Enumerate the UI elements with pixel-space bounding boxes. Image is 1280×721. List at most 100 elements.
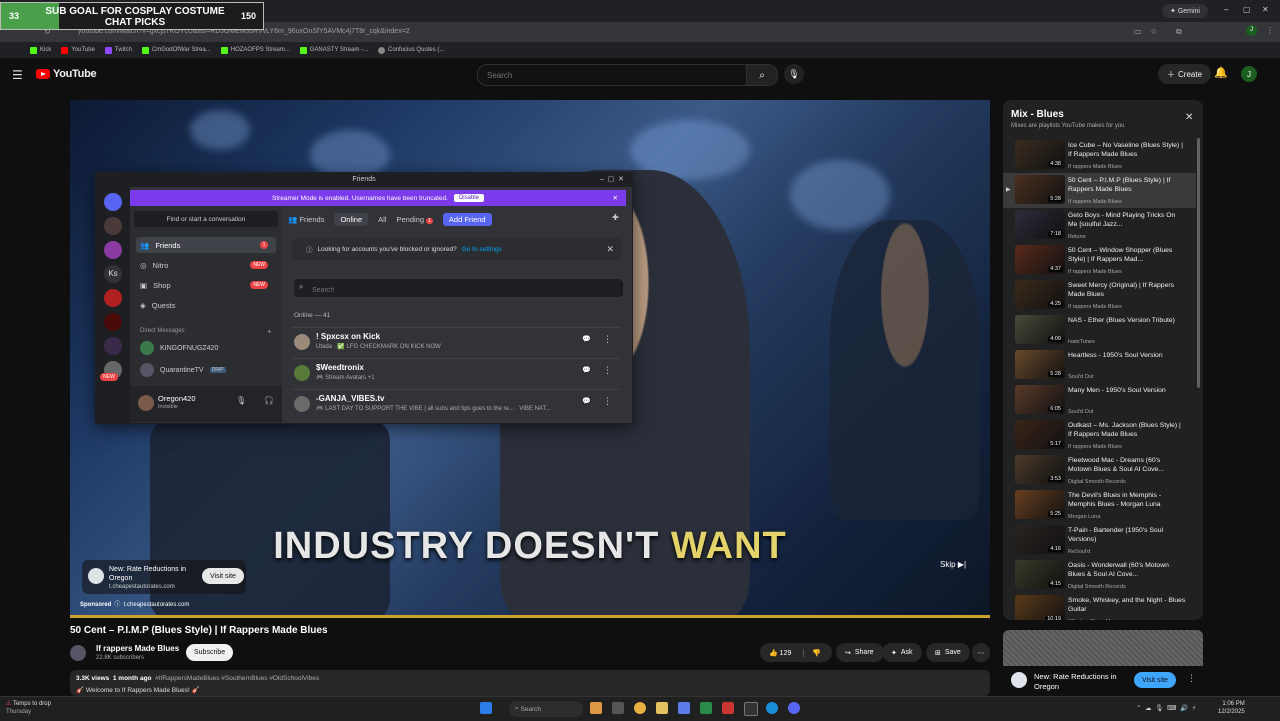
server-icon[interactable] bbox=[104, 289, 122, 307]
headphones-icon[interactable]: 🎧 bbox=[264, 396, 274, 405]
playlist-item[interactable]: 3:53 Fleetwood Mac - Dreams (60's Motown … bbox=[1003, 453, 1196, 488]
discord-maximize-icon[interactable]: ▢ bbox=[608, 176, 615, 183]
taskbar-app-icon[interactable] bbox=[678, 702, 690, 714]
nav-shop[interactable]: ▣ Shop NEW bbox=[136, 277, 276, 293]
find-conversation-button[interactable]: Find or start a conversation bbox=[134, 211, 278, 227]
gemini-button[interactable]: ✦ Gemini bbox=[1162, 4, 1208, 18]
browser-menu-icon[interactable]: ⋮ bbox=[1266, 26, 1274, 35]
go-to-settings-link[interactable]: Go to settings bbox=[462, 246, 502, 253]
playlist-item[interactable]: 4:38 Ice Cube – No Vaseline (Blues Style)… bbox=[1003, 138, 1196, 173]
more-options-icon[interactable]: ⋮ bbox=[603, 365, 612, 376]
playlist-item[interactable]: 10:19 Smoke, Whiskey, and the Night - Blu… bbox=[1003, 593, 1196, 620]
banner-close-icon[interactable]: ✕ bbox=[613, 194, 618, 202]
edge-icon[interactable] bbox=[766, 702, 778, 714]
obs-icon[interactable] bbox=[744, 702, 758, 716]
windows-start-icon[interactable] bbox=[480, 702, 492, 714]
channel-avatar[interactable] bbox=[70, 645, 86, 661]
side-ad-thumbnail[interactable] bbox=[1003, 630, 1203, 666]
system-tray[interactable]: ⌃ ☁ 🎙 ⌨ 🔊 ⚡ bbox=[1136, 704, 1196, 712]
nav-quests[interactable]: ◈ Quests bbox=[136, 297, 276, 313]
nav-friends[interactable]: 👥 Friends 1 bbox=[136, 237, 276, 253]
tab-all[interactable]: All bbox=[378, 215, 386, 224]
ask-button[interactable]: ✦ Ask bbox=[882, 643, 922, 662]
side-ad-more-icon[interactable]: ⋮ bbox=[1187, 673, 1196, 684]
discord-close-icon[interactable]: ✕ bbox=[618, 176, 624, 183]
friend-row[interactable]: ! Spxcsx on Kick Utada · ✅ LFG CHECKMARK… bbox=[292, 327, 620, 353]
dm-item[interactable]: KINGOFNUGZ420 bbox=[136, 339, 276, 357]
friends-scrollbar[interactable] bbox=[620, 282, 623, 296]
friend-row[interactable]: $Weedtronix 🎮 Stream Avatars +1 💬 ⋮ bbox=[292, 358, 620, 384]
message-icon[interactable]: 💬 bbox=[582, 397, 594, 409]
bookmark-cmgodofwar[interactable]: CmGodOfWar Strea... bbox=[141, 46, 211, 54]
more-actions-button[interactable]: ⋯ bbox=[972, 643, 990, 662]
tab-online[interactable]: Online bbox=[334, 212, 369, 226]
like-button[interactable]: 👍 129 bbox=[769, 649, 791, 657]
user-avatar[interactable] bbox=[138, 395, 154, 411]
message-icon[interactable]: 💬 bbox=[582, 366, 594, 378]
nav-nitro[interactable]: ◎ Nitro NEW bbox=[136, 257, 276, 273]
bookmark-ganasty[interactable]: GANASTY Stream -... bbox=[299, 46, 368, 54]
share-button[interactable]: ↪ Share bbox=[836, 643, 884, 662]
notifications-bell-icon[interactable]: 🔔 bbox=[1214, 66, 1228, 79]
playlist-item[interactable]: ▶ 5:28 50 Cent – P.I.M.P (Blues Style) | I… bbox=[1003, 173, 1196, 208]
channel-name[interactable]: If rappers Made Blues bbox=[96, 644, 179, 653]
hashtags[interactable]: #IfRappersMadeBlues #SouthernBlues #OldS… bbox=[155, 675, 319, 682]
disable-streamer-mode-button[interactable]: Disable bbox=[453, 194, 484, 202]
taskbar-search[interactable]: ⌕ Search bbox=[509, 701, 583, 717]
playlist-item[interactable]: 5:17 Outkast – Ms. Jackson (Blues Style) … bbox=[1003, 418, 1196, 453]
playlist-item[interactable]: 5:28 Heartless - 1950's Soul Version Soul'… bbox=[1003, 348, 1196, 383]
discord-taskbar-icon[interactable] bbox=[788, 702, 800, 714]
dm-item[interactable]: QuarantineTV DRIP bbox=[136, 361, 276, 379]
close-window-icon[interactable]: ✕ bbox=[1262, 5, 1269, 14]
voice-search-button[interactable]: 🎙 bbox=[784, 64, 804, 84]
bookmark-youtube[interactable]: YouTube bbox=[61, 46, 95, 54]
microphone-icon[interactable]: 🎙 bbox=[236, 396, 246, 405]
task-view-icon[interactable] bbox=[612, 702, 624, 714]
friends-search-input[interactable] bbox=[294, 281, 614, 300]
playlist-item[interactable]: 5:25 The Devil's Blues in Memphis - Memph… bbox=[1003, 488, 1196, 523]
playlist-scrollbar[interactable] bbox=[1197, 138, 1200, 388]
taskbar-app-icon[interactable] bbox=[590, 702, 602, 714]
maximize-icon[interactable]: ▢ bbox=[1243, 5, 1251, 14]
playlist-item[interactable]: 4:09 NAS - Ether (Blues Version Tribute) I… bbox=[1003, 313, 1196, 348]
create-dm-plus-icon[interactable]: + bbox=[267, 327, 272, 336]
minimize-icon[interactable]: – bbox=[1224, 5, 1228, 14]
tab-pending[interactable]: Pending 1 bbox=[396, 215, 433, 224]
side-ad-visit-button[interactable]: Visit site bbox=[1134, 672, 1176, 688]
playlist-item[interactable]: 4:15 Oasis - Wonderwall (60's Motown Blue… bbox=[1003, 558, 1196, 593]
taskbar-app-icon[interactable] bbox=[722, 702, 734, 714]
playlist-item[interactable]: 4:37 50 Cent – Window Shopper (Blues Styl… bbox=[1003, 243, 1196, 278]
bookmark-confucius[interactable]: Confucius Quotes (... bbox=[378, 46, 444, 54]
bookmark-hozaofps[interactable]: HOZAOFPS Stream... bbox=[220, 46, 290, 54]
server-icon[interactable] bbox=[104, 337, 122, 355]
hamburger-menu-icon[interactable]: ☰ bbox=[12, 68, 23, 82]
cast-icon[interactable]: ▭ bbox=[1134, 27, 1142, 36]
playlist-item[interactable]: 4:16 T-Pain - Bartender (1950's Soul Vers… bbox=[1003, 523, 1196, 558]
browser-profile-avatar[interactable]: J bbox=[1246, 25, 1257, 36]
playlist-close-icon[interactable]: ✕ bbox=[1185, 112, 1193, 123]
video-ad-card[interactable]: New: Rate Reductions in Oregon t.cheapes… bbox=[82, 560, 246, 594]
ad-visit-site-button[interactable]: Visit site bbox=[202, 568, 244, 584]
playlist-item[interactable]: 7:18 Geto Boys - Mind Playing Tricks On M… bbox=[1003, 208, 1196, 243]
extensions-icon[interactable]: ⧉ bbox=[1176, 27, 1182, 37]
taskbar-clock[interactable]: 1:06 PM 12/2/2025 bbox=[1218, 700, 1245, 716]
excel-icon[interactable] bbox=[700, 702, 712, 714]
playlist-item[interactable]: 4:25 Sweet Mercy (Original) | If Rappers … bbox=[1003, 278, 1196, 313]
video-progress-bar[interactable] bbox=[70, 615, 990, 618]
playlist-item[interactable]: 6:05 Many Men - 1950's Soul Version Soul'd… bbox=[1003, 383, 1196, 418]
server-icon-ks[interactable]: Ks bbox=[104, 265, 122, 283]
video-description[interactable]: 3.3K views 1 month ago #IfRappersMadeBlu… bbox=[70, 670, 990, 696]
save-button[interactable]: ⊞ Save bbox=[926, 643, 970, 662]
chrome-icon[interactable] bbox=[634, 702, 646, 714]
server-icon[interactable] bbox=[104, 313, 122, 331]
weather-widget[interactable]: ⚠ Temps to drop Thursday bbox=[6, 700, 51, 716]
create-button[interactable]: ＋ Create bbox=[1158, 64, 1212, 84]
bookmark-twitch[interactable]: Twitch bbox=[104, 46, 132, 54]
bookmark-kick[interactable]: Kick bbox=[30, 46, 51, 54]
new-group-dm-icon[interactable]: ✚ bbox=[612, 213, 619, 222]
dislike-button[interactable]: 👎 bbox=[803, 648, 821, 657]
subscribe-button[interactable]: Subscribe bbox=[186, 644, 234, 661]
account-avatar[interactable]: J bbox=[1241, 66, 1257, 82]
message-icon[interactable]: 💬 bbox=[582, 335, 594, 347]
bookmark-star-icon[interactable]: ☆ bbox=[1150, 27, 1157, 36]
